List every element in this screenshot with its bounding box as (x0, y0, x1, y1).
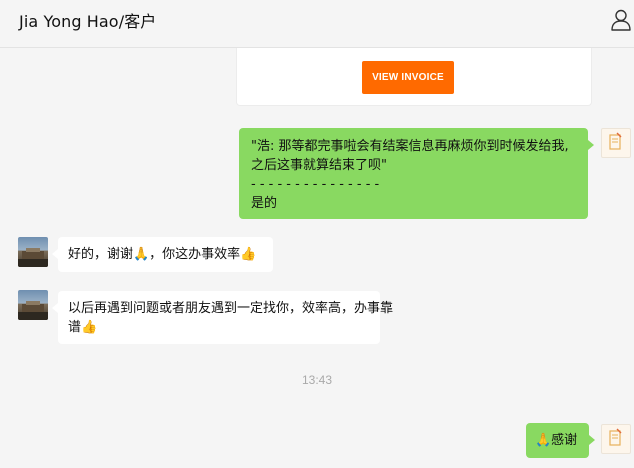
self-avatar[interactable] (601, 128, 631, 158)
message-timestamp: 13:43 (301, 373, 333, 387)
self-avatar[interactable] (601, 424, 631, 454)
message-line: 🙏感谢 (535, 433, 578, 448)
message-line: - - - - - - - - - - - - - - - (251, 177, 380, 192)
message-line: "浩: 那等都完事啦会有结案信息再麻烦你到时候发给我, (251, 139, 569, 154)
message-bubble-outgoing[interactable]: "浩: 那等都完事啦会有结案信息再麻烦你到时候发给我, 之后这事就算结束了呗" … (239, 128, 594, 219)
contact-avatar[interactable] (18, 237, 48, 267)
chat-title: Jia Yong Hao/客户 (19, 12, 157, 31)
message-line: 以后再遇到问题或者朋友遇到一定找你，效率高，办事靠 (68, 301, 394, 316)
message-line: 是的 (251, 196, 278, 211)
person-outline-icon[interactable] (610, 8, 632, 32)
message-line: 好的，谢谢🙏，你这办事效率👍 (68, 247, 257, 262)
chat-header: Jia Yong Hao/客户 (0, 0, 634, 48)
message-line: 谱👍 (68, 320, 98, 335)
view-invoice-button[interactable]: VIEW INVOICE (362, 61, 454, 94)
contact-avatar[interactable] (18, 290, 48, 320)
message-bubble-incoming[interactable]: 以后再遇到问题或者朋友遇到一定找你，效率高，办事靠 谱👍 (52, 291, 394, 344)
message-line: 之后这事就算结束了呗" (251, 158, 387, 173)
message-bubble-incoming[interactable]: 好的，谢谢🙏，你这办事效率👍 (52, 237, 273, 272)
message-bubble-outgoing[interactable]: 🙏感谢 (526, 423, 595, 458)
